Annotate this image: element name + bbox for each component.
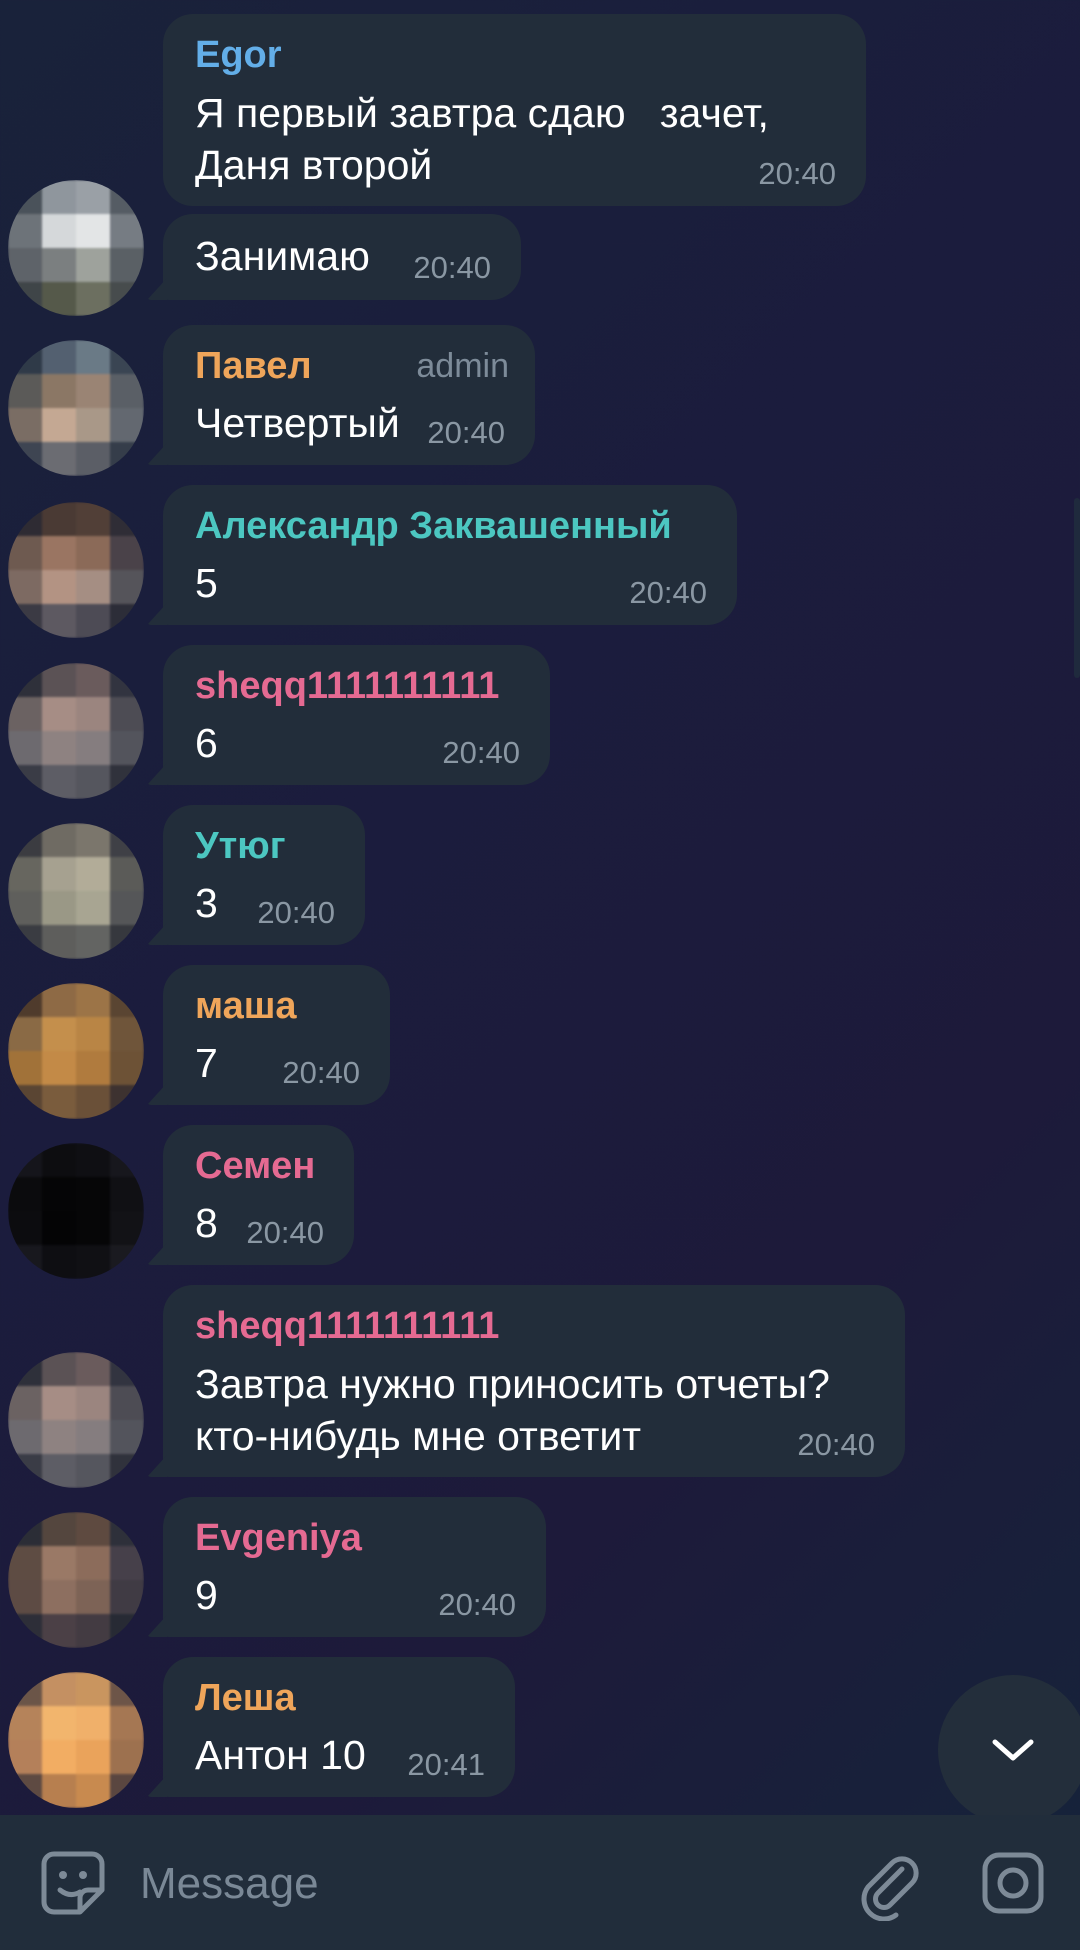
chevron-down-icon	[987, 1724, 1039, 1776]
message-text: 3	[195, 880, 218, 926]
scroll-indicator	[1074, 498, 1080, 678]
sender-name[interactable]: Леша	[195, 1677, 296, 1720]
avatar[interactable]	[8, 1512, 144, 1648]
message-time: 20:40	[629, 575, 707, 610]
message-time: 20:40	[413, 250, 491, 285]
avatar[interactable]	[8, 983, 144, 1119]
message-time: 20:40	[427, 415, 505, 450]
message-time: 20:40	[442, 735, 520, 770]
message-bubble[interactable]: Павел admin Четвертый 20:40	[163, 325, 535, 465]
message-bubble[interactable]: sheqq1111111111 Завтра нужно приносить о…	[163, 1285, 905, 1477]
sender-name[interactable]: Evgeniya	[195, 1517, 362, 1560]
sender-name[interactable]: Утюг	[195, 825, 286, 868]
avatar[interactable]	[8, 180, 144, 316]
message-text: 8	[195, 1200, 218, 1246]
message-text: 5	[195, 560, 218, 606]
message-text: Завтра нужно приносить отчеты? кто-нибуд…	[195, 1361, 830, 1459]
sender-name[interactable]: Александр Заквашенный	[195, 505, 672, 548]
message-bubble[interactable]: sheqq1111111111 6 20:40	[163, 645, 550, 785]
sticker-smile-icon[interactable]	[40, 1850, 106, 1916]
message-time: 20:40	[282, 1055, 360, 1090]
message-list[interactable]: Egor Я первый завтра сдаю зачет, Даня вт…	[0, 0, 1080, 1815]
message-bubble[interactable]: Evgeniya 9 20:40	[163, 1497, 546, 1637]
avatar[interactable]	[8, 1352, 144, 1488]
message-text: Я первый завтра сдаю зачет, Даня второй	[195, 90, 769, 188]
message-bubble[interactable]: Утюг 3 20:40	[163, 805, 365, 945]
message-bubble[interactable]: Александр Заквашенный 5 20:40	[163, 485, 737, 625]
sender-name[interactable]: Семен	[195, 1145, 315, 1188]
sender-name[interactable]: sheqq1111111111	[195, 665, 499, 708]
message-input[interactable]	[138, 1845, 842, 1923]
sender-name[interactable]: sheqq1111111111	[195, 1305, 499, 1348]
message-time: 20:40	[797, 1427, 875, 1462]
message-bubble[interactable]: Семен 8 20:40	[163, 1125, 354, 1265]
message-composer	[0, 1815, 1080, 1950]
admin-badge: admin	[416, 347, 509, 385]
message-bubble[interactable]: маша 7 20:40	[163, 965, 390, 1105]
message-text: Занимаю	[195, 233, 370, 279]
message-bubble[interactable]: Занимаю 20:40	[163, 214, 521, 300]
scroll-to-bottom-button[interactable]	[938, 1675, 1080, 1825]
paperclip-icon[interactable]	[850, 1845, 926, 1922]
message-time: 20:40	[257, 895, 335, 930]
avatar[interactable]	[8, 663, 144, 799]
message-bubble[interactable]: Леша Антон 10 20:41	[163, 1657, 515, 1797]
message-text: Четвертый	[195, 400, 400, 446]
message-bubble[interactable]: Egor Я первый завтра сдаю зачет, Даня вт…	[163, 14, 866, 206]
sender-name[interactable]: Павел	[195, 345, 312, 388]
message-time: 20:41	[407, 1747, 485, 1782]
instagram-camera-icon[interactable]	[980, 1850, 1046, 1916]
avatar[interactable]	[8, 1143, 144, 1279]
avatar[interactable]	[8, 340, 144, 476]
message-text: 7	[195, 1040, 218, 1086]
message-text: 9	[195, 1572, 218, 1618]
sender-name[interactable]: Egor	[195, 34, 282, 77]
message-text: 6	[195, 720, 218, 766]
message-time: 20:40	[758, 156, 836, 191]
avatar[interactable]	[8, 1672, 144, 1808]
message-time: 20:40	[438, 1587, 516, 1622]
message-time: 20:40	[246, 1215, 324, 1250]
avatar[interactable]	[8, 502, 144, 638]
sender-name[interactable]: маша	[195, 985, 297, 1028]
message-text: Антон 10	[195, 1732, 366, 1778]
avatar[interactable]	[8, 823, 144, 959]
